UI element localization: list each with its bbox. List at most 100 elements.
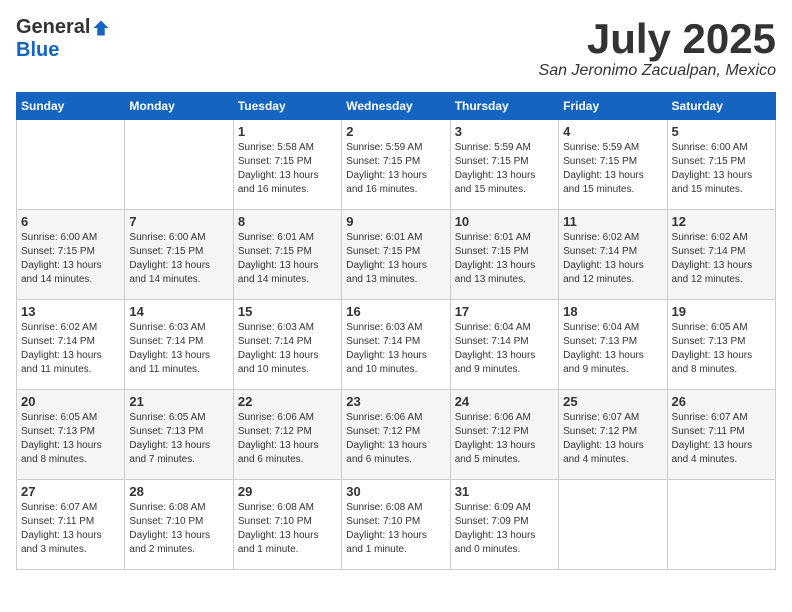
calendar-week-row: 27 Sunrise: 6:07 AM Sunset: 7:11 PM Dayli… bbox=[17, 480, 776, 570]
calendar-cell: 23 Sunrise: 6:06 AM Sunset: 7:12 PM Dayli… bbox=[342, 390, 450, 480]
day-number: 11 bbox=[563, 214, 662, 229]
day-info: Sunrise: 6:08 AM Sunset: 7:10 PM Dayligh… bbox=[238, 501, 337, 557]
calendar-cell: 13Sunrise: 6:02 AM Sunset: 7:14 PM Dayli… bbox=[17, 300, 125, 390]
day-info: Sunrise: 6:03 AM Sunset: 7:14 PM Dayligh… bbox=[346, 321, 445, 377]
calendar-cell: 26 Sunrise: 6:07 AM Sunset: 7:11 PM Dayli… bbox=[667, 390, 775, 480]
day-info: Sunrise: 6:00 AM Sunset: 7:15 PM Dayligh… bbox=[129, 231, 228, 287]
day-info: Sunrise: 5:59 AM Sunset: 7:15 PM Dayligh… bbox=[563, 141, 662, 197]
day-info: Sunrise: 6:01 AM Sunset: 7:15 PM Dayligh… bbox=[238, 231, 337, 287]
day-number: 20 bbox=[21, 394, 120, 409]
weekday-header: Thursday bbox=[450, 93, 558, 120]
day-info: Sunrise: 6:06 AM Sunset: 7:12 PM Dayligh… bbox=[346, 411, 445, 467]
calendar-cell: 12 Sunrise: 6:02 AM Sunset: 7:14 PM Dayli… bbox=[667, 210, 775, 300]
calendar-cell: 11 Sunrise: 6:02 AM Sunset: 7:14 PM Dayli… bbox=[559, 210, 667, 300]
logo: General Blue bbox=[16, 16, 110, 62]
day-info: Sunrise: 6:04 AM Sunset: 7:13 PM Dayligh… bbox=[563, 321, 662, 377]
calendar-cell: 7 Sunrise: 6:00 AM Sunset: 7:15 PM Daylig… bbox=[125, 210, 233, 300]
day-info: Sunrise: 6:03 AM Sunset: 7:14 PM Dayligh… bbox=[238, 321, 337, 377]
weekday-header: Wednesday bbox=[342, 93, 450, 120]
day-number: 30 bbox=[346, 484, 445, 499]
day-info: Sunrise: 6:05 AM Sunset: 7:13 PM Dayligh… bbox=[672, 321, 771, 377]
day-info: Sunrise: 6:02 AM Sunset: 7:14 PM Dayligh… bbox=[563, 231, 662, 287]
day-info: Sunrise: 6:09 AM Sunset: 7:09 PM Dayligh… bbox=[455, 501, 554, 557]
day-number: 21 bbox=[129, 394, 228, 409]
calendar-cell: 21 Sunrise: 6:05 AM Sunset: 7:13 PM Dayli… bbox=[125, 390, 233, 480]
day-info: Sunrise: 6:01 AM Sunset: 7:15 PM Dayligh… bbox=[346, 231, 445, 287]
calendar-cell bbox=[559, 480, 667, 570]
logo-general-text: General bbox=[16, 16, 90, 39]
location-subtitle: San Jeronimo Zacualpan, Mexico bbox=[539, 62, 776, 80]
calendar-cell: 19 Sunrise: 6:05 AM Sunset: 7:13 PM Dayli… bbox=[667, 300, 775, 390]
day-number: 6 bbox=[21, 214, 120, 229]
weekday-header: Saturday bbox=[667, 93, 775, 120]
calendar-cell: 24 Sunrise: 6:06 AM Sunset: 7:12 PM Dayli… bbox=[450, 390, 558, 480]
day-number: 29 bbox=[238, 484, 337, 499]
day-number: 8 bbox=[238, 214, 337, 229]
calendar-cell: 28 Sunrise: 6:08 AM Sunset: 7:10 PM Dayli… bbox=[125, 480, 233, 570]
calendar-cell: 4 Sunrise: 5:59 AM Sunset: 7:15 PM Daylig… bbox=[559, 120, 667, 210]
calendar-table: SundayMondayTuesdayWednesdayThursdayFrid… bbox=[16, 92, 776, 570]
calendar-cell: 9 Sunrise: 6:01 AM Sunset: 7:15 PM Daylig… bbox=[342, 210, 450, 300]
calendar-cell: 31 Sunrise: 6:09 AM Sunset: 7:09 PM Dayli… bbox=[450, 480, 558, 570]
calendar-cell: 29 Sunrise: 6:08 AM Sunset: 7:10 PM Dayli… bbox=[233, 480, 341, 570]
calendar-cell: 1Sunrise: 5:58 AM Sunset: 7:15 PM Daylig… bbox=[233, 120, 341, 210]
weekday-header: Sunday bbox=[17, 93, 125, 120]
day-info: Sunrise: 6:02 AM Sunset: 7:14 PM Dayligh… bbox=[672, 231, 771, 287]
day-info: Sunrise: 6:03 AM Sunset: 7:14 PM Dayligh… bbox=[129, 321, 228, 377]
day-number: 4 bbox=[563, 124, 662, 139]
weekday-header: Friday bbox=[559, 93, 667, 120]
calendar-cell: 25 Sunrise: 6:07 AM Sunset: 7:12 PM Dayli… bbox=[559, 390, 667, 480]
day-number: 2 bbox=[346, 124, 445, 139]
calendar-cell: 20 Sunrise: 6:05 AM Sunset: 7:13 PM Dayli… bbox=[17, 390, 125, 480]
day-number: 25 bbox=[563, 394, 662, 409]
day-info: Sunrise: 6:04 AM Sunset: 7:14 PM Dayligh… bbox=[455, 321, 554, 377]
calendar-cell: 2 Sunrise: 5:59 AM Sunset: 7:15 PM Daylig… bbox=[342, 120, 450, 210]
calendar-cell: 8 Sunrise: 6:01 AM Sunset: 7:15 PM Daylig… bbox=[233, 210, 341, 300]
day-number: 10 bbox=[455, 214, 554, 229]
day-info: Sunrise: 6:07 AM Sunset: 7:11 PM Dayligh… bbox=[672, 411, 771, 467]
day-info: Sunrise: 6:00 AM Sunset: 7:15 PM Dayligh… bbox=[21, 231, 120, 287]
day-number: 15 bbox=[238, 304, 337, 319]
calendar-week-row: 20 Sunrise: 6:05 AM Sunset: 7:13 PM Dayli… bbox=[17, 390, 776, 480]
day-info: Sunrise: 6:05 AM Sunset: 7:13 PM Dayligh… bbox=[129, 411, 228, 467]
calendar-cell: 6 Sunrise: 6:00 AM Sunset: 7:15 PM Daylig… bbox=[17, 210, 125, 300]
day-info: Sunrise: 6:08 AM Sunset: 7:10 PM Dayligh… bbox=[346, 501, 445, 557]
day-number: 31 bbox=[455, 484, 554, 499]
day-number: 27 bbox=[21, 484, 120, 499]
day-info: Sunrise: 6:07 AM Sunset: 7:12 PM Dayligh… bbox=[563, 411, 662, 467]
weekday-header: Monday bbox=[125, 93, 233, 120]
day-number: 19 bbox=[672, 304, 771, 319]
day-info: Sunrise: 6:06 AM Sunset: 7:12 PM Dayligh… bbox=[455, 411, 554, 467]
day-info: Sunrise: 6:00 AM Sunset: 7:15 PM Dayligh… bbox=[672, 141, 771, 197]
calendar-cell: 17 Sunrise: 6:04 AM Sunset: 7:14 PM Dayli… bbox=[450, 300, 558, 390]
calendar-header-row: SundayMondayTuesdayWednesdayThursdayFrid… bbox=[17, 93, 776, 120]
day-number: 5 bbox=[672, 124, 771, 139]
day-info: Sunrise: 6:07 AM Sunset: 7:11 PM Dayligh… bbox=[21, 501, 120, 557]
logo-icon bbox=[92, 19, 110, 37]
day-info: Sunrise: 6:08 AM Sunset: 7:10 PM Dayligh… bbox=[129, 501, 228, 557]
calendar-week-row: 6 Sunrise: 6:00 AM Sunset: 7:15 PM Daylig… bbox=[17, 210, 776, 300]
title-section: July 2025 San Jeronimo Zacualpan, Mexico bbox=[539, 16, 776, 80]
day-info: Sunrise: 6:05 AM Sunset: 7:13 PM Dayligh… bbox=[21, 411, 120, 467]
day-number: 28 bbox=[129, 484, 228, 499]
calendar-cell: 30 Sunrise: 6:08 AM Sunset: 7:10 PM Dayli… bbox=[342, 480, 450, 570]
calendar-cell: 22Sunrise: 6:06 AM Sunset: 7:12 PM Dayli… bbox=[233, 390, 341, 480]
calendar-cell: 10Sunrise: 6:01 AM Sunset: 7:15 PM Dayli… bbox=[450, 210, 558, 300]
calendar-week-row: 1Sunrise: 5:58 AM Sunset: 7:15 PM Daylig… bbox=[17, 120, 776, 210]
day-number: 18 bbox=[563, 304, 662, 319]
month-title: July 2025 bbox=[539, 16, 776, 62]
calendar-cell bbox=[667, 480, 775, 570]
day-info: Sunrise: 5:59 AM Sunset: 7:15 PM Dayligh… bbox=[346, 141, 445, 197]
day-number: 13 bbox=[21, 304, 120, 319]
day-number: 24 bbox=[455, 394, 554, 409]
day-number: 17 bbox=[455, 304, 554, 319]
day-number: 26 bbox=[672, 394, 771, 409]
calendar-cell: 14Sunrise: 6:03 AM Sunset: 7:14 PM Dayli… bbox=[125, 300, 233, 390]
day-number: 23 bbox=[346, 394, 445, 409]
page-header: General Blue July 2025 San Jeronimo Zacu… bbox=[16, 16, 776, 80]
day-number: 9 bbox=[346, 214, 445, 229]
day-info: Sunrise: 6:06 AM Sunset: 7:12 PM Dayligh… bbox=[238, 411, 337, 467]
logo-blue-text: Blue bbox=[16, 39, 59, 62]
day-number: 7 bbox=[129, 214, 228, 229]
day-number: 12 bbox=[672, 214, 771, 229]
